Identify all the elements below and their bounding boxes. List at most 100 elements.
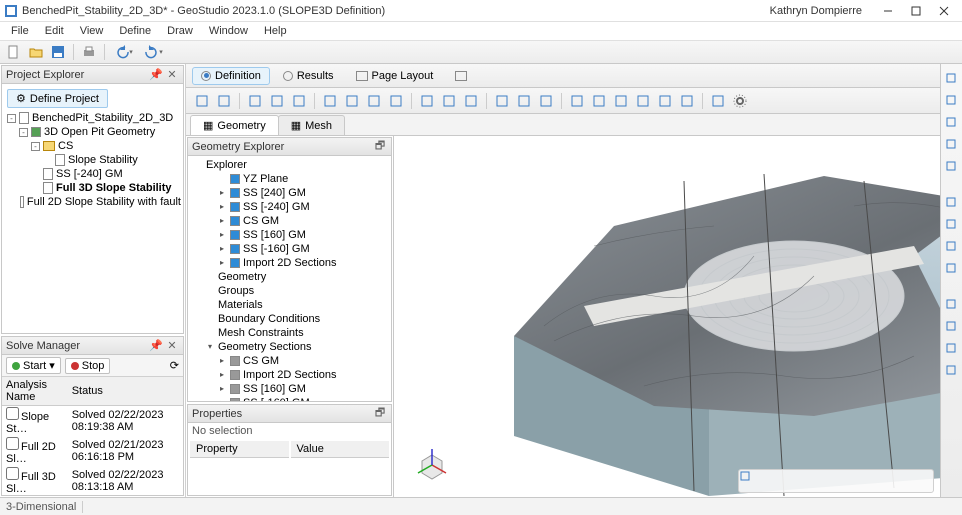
open-folder-icon[interactable]: [26, 42, 46, 62]
redo-icon[interactable]: ▾: [140, 42, 168, 62]
tree-item[interactable]: ▸Import 2D Sections: [190, 368, 389, 382]
zoom-box-icon[interactable]: [267, 91, 287, 111]
grid-icon[interactable]: [589, 91, 609, 111]
water-icon[interactable]: [943, 362, 961, 380]
gear-icon[interactable]: [730, 91, 750, 111]
tree-item[interactable]: Geometry: [190, 270, 389, 284]
tab-definition[interactable]: Definition: [192, 67, 270, 85]
tree-item[interactable]: ▸SS [160] GM: [190, 382, 389, 396]
save-icon[interactable]: [48, 42, 68, 62]
viewport-3d[interactable]: origin: [394, 136, 940, 497]
minimize-button[interactable]: [874, 1, 902, 21]
table-row[interactable]: Full 2D Sl…Solved 02/21/2023 06:16:18 PM: [2, 436, 183, 466]
tree-item[interactable]: ▾Geometry Sections: [190, 340, 389, 354]
tree-item[interactable]: -3D Open Pit Geometry: [4, 125, 181, 139]
new-file-icon[interactable]: [4, 42, 24, 62]
tab-extra[interactable]: [446, 68, 476, 84]
col-status[interactable]: Status: [68, 377, 183, 406]
group-icon[interactable]: [536, 91, 556, 111]
undo-icon[interactable]: ▾: [110, 42, 138, 62]
zoom-extents-icon[interactable]: [289, 91, 309, 111]
copy-back-icon[interactable]: [633, 91, 653, 111]
tree-item[interactable]: ▸SS [-240] GM: [190, 200, 389, 214]
axes-icon[interactable]: [943, 216, 961, 234]
pin-icon[interactable]: 📌: [149, 339, 163, 353]
tag-icon[interactable]: [943, 318, 961, 336]
tree-item[interactable]: ▸SS [240] GM: [190, 186, 389, 200]
legend-icon[interactable]: [848, 472, 866, 490]
refresh-icon[interactable]: [708, 91, 728, 111]
copy-group-icon[interactable]: [611, 91, 631, 111]
menu-edit[interactable]: Edit: [38, 24, 71, 38]
geometry-explorer-body[interactable]: ExplorerYZ Plane▸SS [240] GM▸SS [-240] G…: [188, 156, 391, 401]
zoom-icon[interactable]: [943, 92, 961, 110]
maximize-button[interactable]: [902, 1, 930, 21]
close-icon[interactable]: ✕: [165, 339, 179, 353]
layers-icon[interactable]: [492, 91, 512, 111]
menu-define[interactable]: Define: [112, 24, 158, 38]
project-tree[interactable]: -BenchedPit_Stability_2D_3D-3D Open Pit …: [4, 111, 181, 209]
table-row[interactable]: Full 3D Sl…Solved 02/22/2023 08:13:18 AM: [2, 466, 183, 495]
close-icon[interactable]: ✕: [165, 68, 179, 82]
row-checkbox[interactable]: [6, 467, 19, 480]
tree-item[interactable]: Full 2D Slope Stability with fault: [4, 195, 181, 209]
clip-icon[interactable]: [943, 158, 961, 176]
menu-draw[interactable]: Draw: [160, 24, 200, 38]
eye-icon[interactable]: [943, 340, 961, 358]
cursor-icon[interactable]: [192, 91, 212, 111]
add-box-icon[interactable]: [655, 91, 675, 111]
tree-item[interactable]: Mesh Constraints: [190, 326, 389, 340]
menu-window[interactable]: Window: [202, 24, 255, 38]
subtab-mesh[interactable]: ▦Mesh: [278, 115, 345, 135]
grid-icon[interactable]: [943, 238, 961, 256]
define-project-button[interactable]: ⚙ Define Project: [7, 89, 108, 108]
col-property[interactable]: Property: [190, 441, 289, 458]
copy-icon[interactable]: [342, 91, 362, 111]
edit-icon[interactable]: [869, 472, 887, 490]
cut-icon[interactable]: [320, 91, 340, 111]
tree-item[interactable]: ▸SS [-160] GM: [190, 242, 389, 256]
close-button[interactable]: [930, 1, 958, 21]
snapshot-icon[interactable]: [911, 472, 929, 490]
fit-icon[interactable]: [785, 472, 803, 490]
legend-icon[interactable]: [943, 194, 961, 212]
rotate-icon[interactable]: [245, 91, 265, 111]
pin-icon[interactable]: 🗗: [373, 407, 387, 421]
tree-item[interactable]: -CS: [4, 139, 181, 153]
cursor-icon[interactable]: [943, 70, 961, 88]
tree-item[interactable]: Groups: [190, 284, 389, 298]
subtab-geometry[interactable]: ▦Geometry: [190, 115, 279, 135]
pin-icon[interactable]: 🗗: [373, 140, 387, 154]
tree-item[interactable]: ▸CS GM: [190, 214, 389, 228]
pan-icon[interactable]: [214, 91, 234, 111]
refresh-icon[interactable]: ⟳: [170, 359, 179, 372]
tree-item[interactable]: Boundary Conditions: [190, 312, 389, 326]
row-checkbox[interactable]: [6, 437, 19, 450]
tree-item[interactable]: Full 3D Slope Stability: [4, 181, 181, 195]
remove-box-icon[interactable]: [677, 91, 697, 111]
col-analysis-name[interactable]: Analysis Name: [2, 377, 68, 406]
flag-icon[interactable]: [514, 91, 534, 111]
plane-icon[interactable]: [417, 91, 437, 111]
tree-item[interactable]: ▸Import 2D Sections: [190, 256, 389, 270]
tree-item[interactable]: ▸SS [-160] GM: [190, 396, 389, 401]
ungroup-icon[interactable]: [567, 91, 587, 111]
menu-help[interactable]: Help: [257, 24, 294, 38]
wand-icon[interactable]: [439, 91, 459, 111]
tree-item[interactable]: Materials: [190, 298, 389, 312]
tree-item[interactable]: SS [-240] GM: [4, 167, 181, 181]
delete-icon[interactable]: [386, 91, 406, 111]
snap-icon[interactable]: [461, 91, 481, 111]
tree-item[interactable]: -BenchedPit_Stability_2D_3D: [4, 111, 181, 125]
ruler-icon[interactable]: [890, 472, 908, 490]
print-icon[interactable]: [79, 42, 99, 62]
paste-icon[interactable]: [364, 91, 384, 111]
menu-file[interactable]: File: [4, 24, 36, 38]
measure-icon[interactable]: [943, 136, 961, 154]
pin-icon[interactable]: 📌: [149, 68, 163, 82]
table-row[interactable]: Slope St…Solved 02/22/2023 08:19:38 AM: [2, 406, 183, 437]
tab-results[interactable]: Results: [274, 67, 343, 85]
home-icon[interactable]: [764, 472, 782, 490]
start-button[interactable]: Start▾: [6, 357, 61, 374]
tree-item[interactable]: Explorer: [190, 158, 389, 172]
